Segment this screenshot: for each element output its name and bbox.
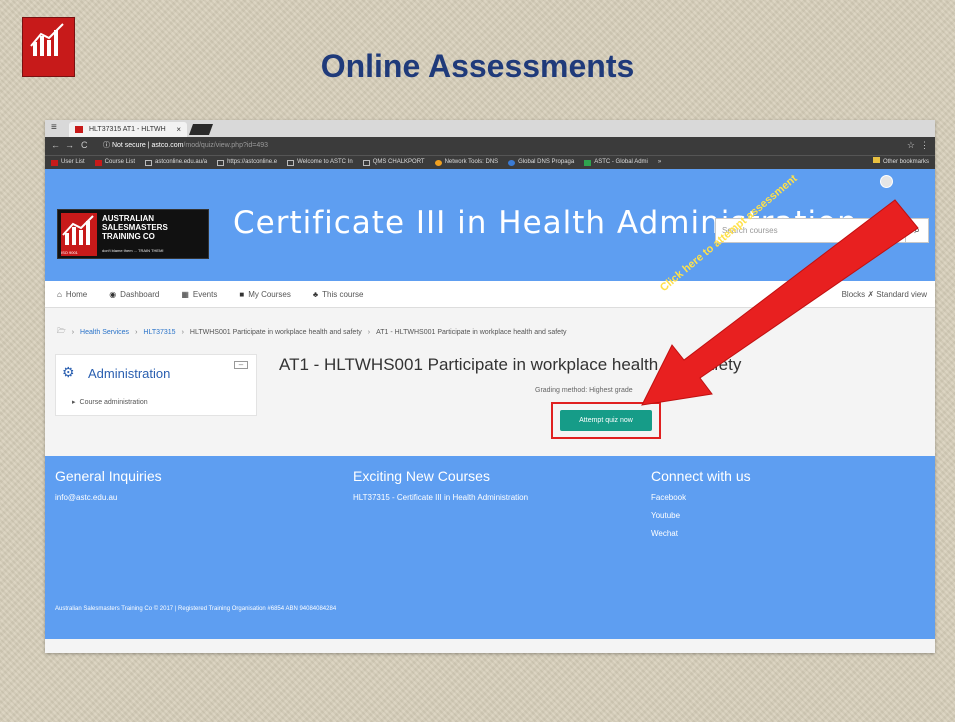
bookmark-favicon-icon <box>584 159 592 166</box>
back-icon[interactable]: ← <box>51 140 60 150</box>
folder-icon <box>872 157 880 163</box>
home-icon: ⌂ <box>57 290 62 299</box>
url-path: /mod/quiz/view.php?id=493 <box>183 142 269 149</box>
user-avatar[interactable] <box>880 175 893 188</box>
footer-courses: Exciting New Courses HLT37315 - Certific… <box>353 468 528 502</box>
site-logo[interactable]: AUSTRALIAN SALESMASTERS TRAINING CO don'… <box>57 209 209 259</box>
network-tools-icon <box>434 159 442 166</box>
url-host: astco.com <box>151 142 184 149</box>
page-icon <box>217 159 225 166</box>
tab-label: HLT37315 AT1 - HLTWH <box>89 126 166 133</box>
breadcrumb-item[interactable]: HLT37315 <box>143 329 175 336</box>
browser-tab-bar: ≡ HLT37315 AT1 - HLTWH × <box>45 120 935 137</box>
reload-icon[interactable]: C <box>81 140 88 150</box>
page-icon <box>287 159 295 166</box>
footer-connect: Connect with us Facebook Youtube Wechat <box>651 468 751 538</box>
slide-title: Online Assessments <box>320 48 635 84</box>
dashboard-icon: ◉ <box>109 290 117 299</box>
footer-copyright: Australian Salesmasters Training Co © 20… <box>55 606 337 612</box>
bookmark-item[interactable]: Global DNS Propaga <box>508 157 574 168</box>
tab-close-icon[interactable]: × <box>176 122 181 137</box>
bookmark-item[interactable]: Network Tools: DNS <box>434 157 498 168</box>
site-logo-iso: ISO 9001 <box>61 250 78 255</box>
footer-heading: General Inquiries <box>55 468 162 484</box>
footer-youtube-link[interactable]: Youtube <box>651 511 751 520</box>
page-icon <box>362 159 370 166</box>
site-logo-tagline: don't blame them ... TRAIN THEM! <box>102 248 164 253</box>
security-indicator[interactable]: ⓘ Not secure <box>103 142 146 149</box>
bookmark-star-icon[interactable]: ☆ <box>907 140 915 151</box>
grading-method: Grading method: Highest grade <box>535 387 633 394</box>
footer-heading: Connect with us <box>651 468 751 484</box>
administration-title: Administration <box>88 366 171 381</box>
search-icon[interactable]: ⌕ <box>905 218 929 243</box>
browser-menu-icon[interactable]: ⋮ <box>920 140 929 151</box>
browser-tab[interactable]: HLT37315 AT1 - HLTWH × <box>69 122 187 137</box>
forward-icon[interactable]: → <box>65 140 74 150</box>
footer-wechat-link[interactable]: Wechat <box>651 529 751 538</box>
url-field[interactable]: ⓘ Not secure | astco.com/mod/quiz/view.p… <box>103 140 268 152</box>
highlight-box: Attempt quiz now <box>551 402 661 439</box>
other-bookmarks[interactable]: Other bookmarks <box>872 157 929 168</box>
chart-logo-icon <box>62 215 94 245</box>
bookmark-favicon-icon <box>94 159 102 166</box>
folder-icon: 🗁 <box>57 328 66 335</box>
nav-home[interactable]: ⌂ Home <box>57 281 87 308</box>
sitemap-icon: ♣ <box>312 290 319 299</box>
window-menu-icon[interactable]: ≡ <box>51 122 63 134</box>
caret-right-icon: ▸ <box>72 399 76 406</box>
course-page: AUSTRALIAN SALESMASTERS TRAINING CO don'… <box>45 169 935 653</box>
bookmarks-overflow[interactable]: » <box>658 157 661 168</box>
main-nav: ⌂ Home ◉ Dashboard ▦ Events ■ My Courses ♣ Th… <box>45 281 935 308</box>
page-icon <box>145 159 153 166</box>
bookmark-item[interactable]: Welcome to ASTC In <box>287 157 353 168</box>
bookmark-item[interactable]: https://astconline.e <box>217 157 277 168</box>
globe-icon <box>508 159 516 166</box>
briefcase-icon: ■ <box>239 290 245 299</box>
address-bar: ← → C ⓘ Not secure | astco.com/mod/quiz/… <box>45 137 935 155</box>
breadcrumb: 🗁 › Health Services › HLT37315 › HLTWHS0… <box>57 328 567 336</box>
view-toggles[interactable]: Blocks ✗ Standard view <box>842 281 927 308</box>
footer-inquiries: General Inquiries info@astc.edu.au <box>55 468 162 502</box>
bookmark-favicon-icon <box>51 159 58 166</box>
nav-dashboard[interactable]: ◉ Dashboard <box>109 281 159 308</box>
breadcrumb-current: AT1 - HLTWHS001 Participate in workplace… <box>376 329 567 336</box>
administration-block: ⚙ Administration – ▸ Course administratio… <box>55 354 257 416</box>
footer-email-link[interactable]: info@astc.edu.au <box>55 493 162 502</box>
site-logo-name: AUSTRALIAN SALESMASTERS TRAINING CO <box>102 214 168 241</box>
collapse-block-icon[interactable]: – <box>234 361 248 369</box>
bookmark-item[interactable]: QMS CHALKPORT <box>362 157 425 168</box>
calendar-icon: ▦ <box>181 290 189 299</box>
gears-icon: ⚙ <box>62 364 75 380</box>
footer-course-link[interactable]: HLT37315 - Certificate III in Health Adm… <box>353 493 528 502</box>
footer-heading: Exciting New Courses <box>353 468 490 484</box>
nav-this-course[interactable]: ♣ This course <box>313 281 364 308</box>
site-footer: General Inquiries info@astc.edu.au Excit… <box>45 456 935 639</box>
attempt-quiz-button[interactable]: Attempt quiz now <box>560 410 652 431</box>
favicon-icon <box>75 126 83 133</box>
nav-my-courses[interactable]: ■ My Courses <box>239 281 291 308</box>
bookmark-item[interactable]: User List <box>51 157 85 168</box>
quiz-title: AT1 - HLTWHS001 Participate in workplace… <box>279 355 742 374</box>
site-header: AUSTRALIAN SALESMASTERS TRAINING CO don'… <box>45 169 935 281</box>
breadcrumb-item[interactable]: HLTWHS001 Participate in workplace healt… <box>190 329 362 336</box>
new-tab-button[interactable] <box>188 124 214 135</box>
course-administration-link[interactable]: ▸ Course administration <box>72 398 148 406</box>
bookmark-item[interactable]: Course List <box>94 157 135 168</box>
bookmark-item[interactable]: astconline.edu.au/a <box>145 157 207 168</box>
footer-facebook-link[interactable]: Facebook <box>651 493 751 502</box>
nav-events[interactable]: ▦ Events <box>181 281 217 308</box>
browser-window: ≡ HLT37315 AT1 - HLTWH × ← → C ⓘ Not sec… <box>45 120 935 653</box>
bookmark-item[interactable]: ASTC - Global Admi <box>584 157 648 168</box>
breadcrumb-item[interactable]: Health Services <box>80 329 129 336</box>
